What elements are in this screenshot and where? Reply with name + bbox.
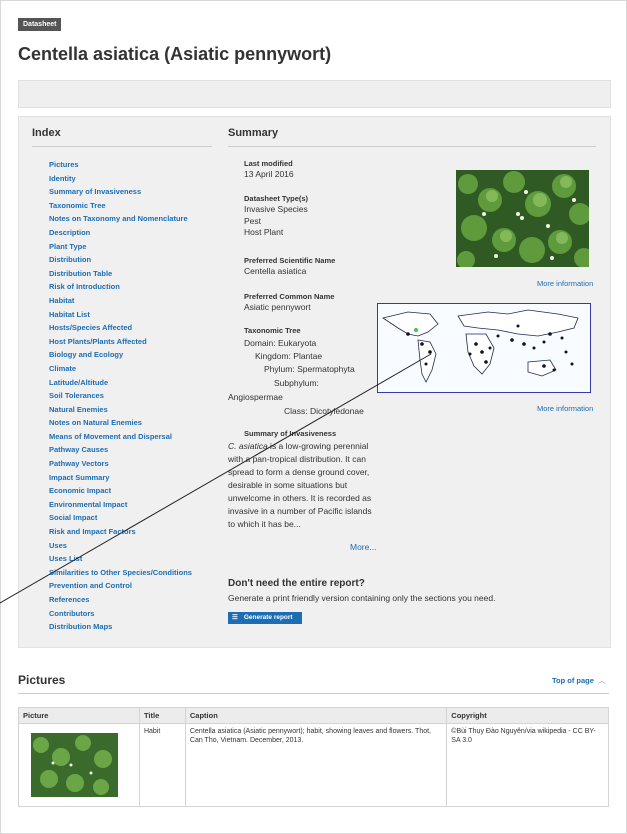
pointer-line <box>0 353 432 604</box>
